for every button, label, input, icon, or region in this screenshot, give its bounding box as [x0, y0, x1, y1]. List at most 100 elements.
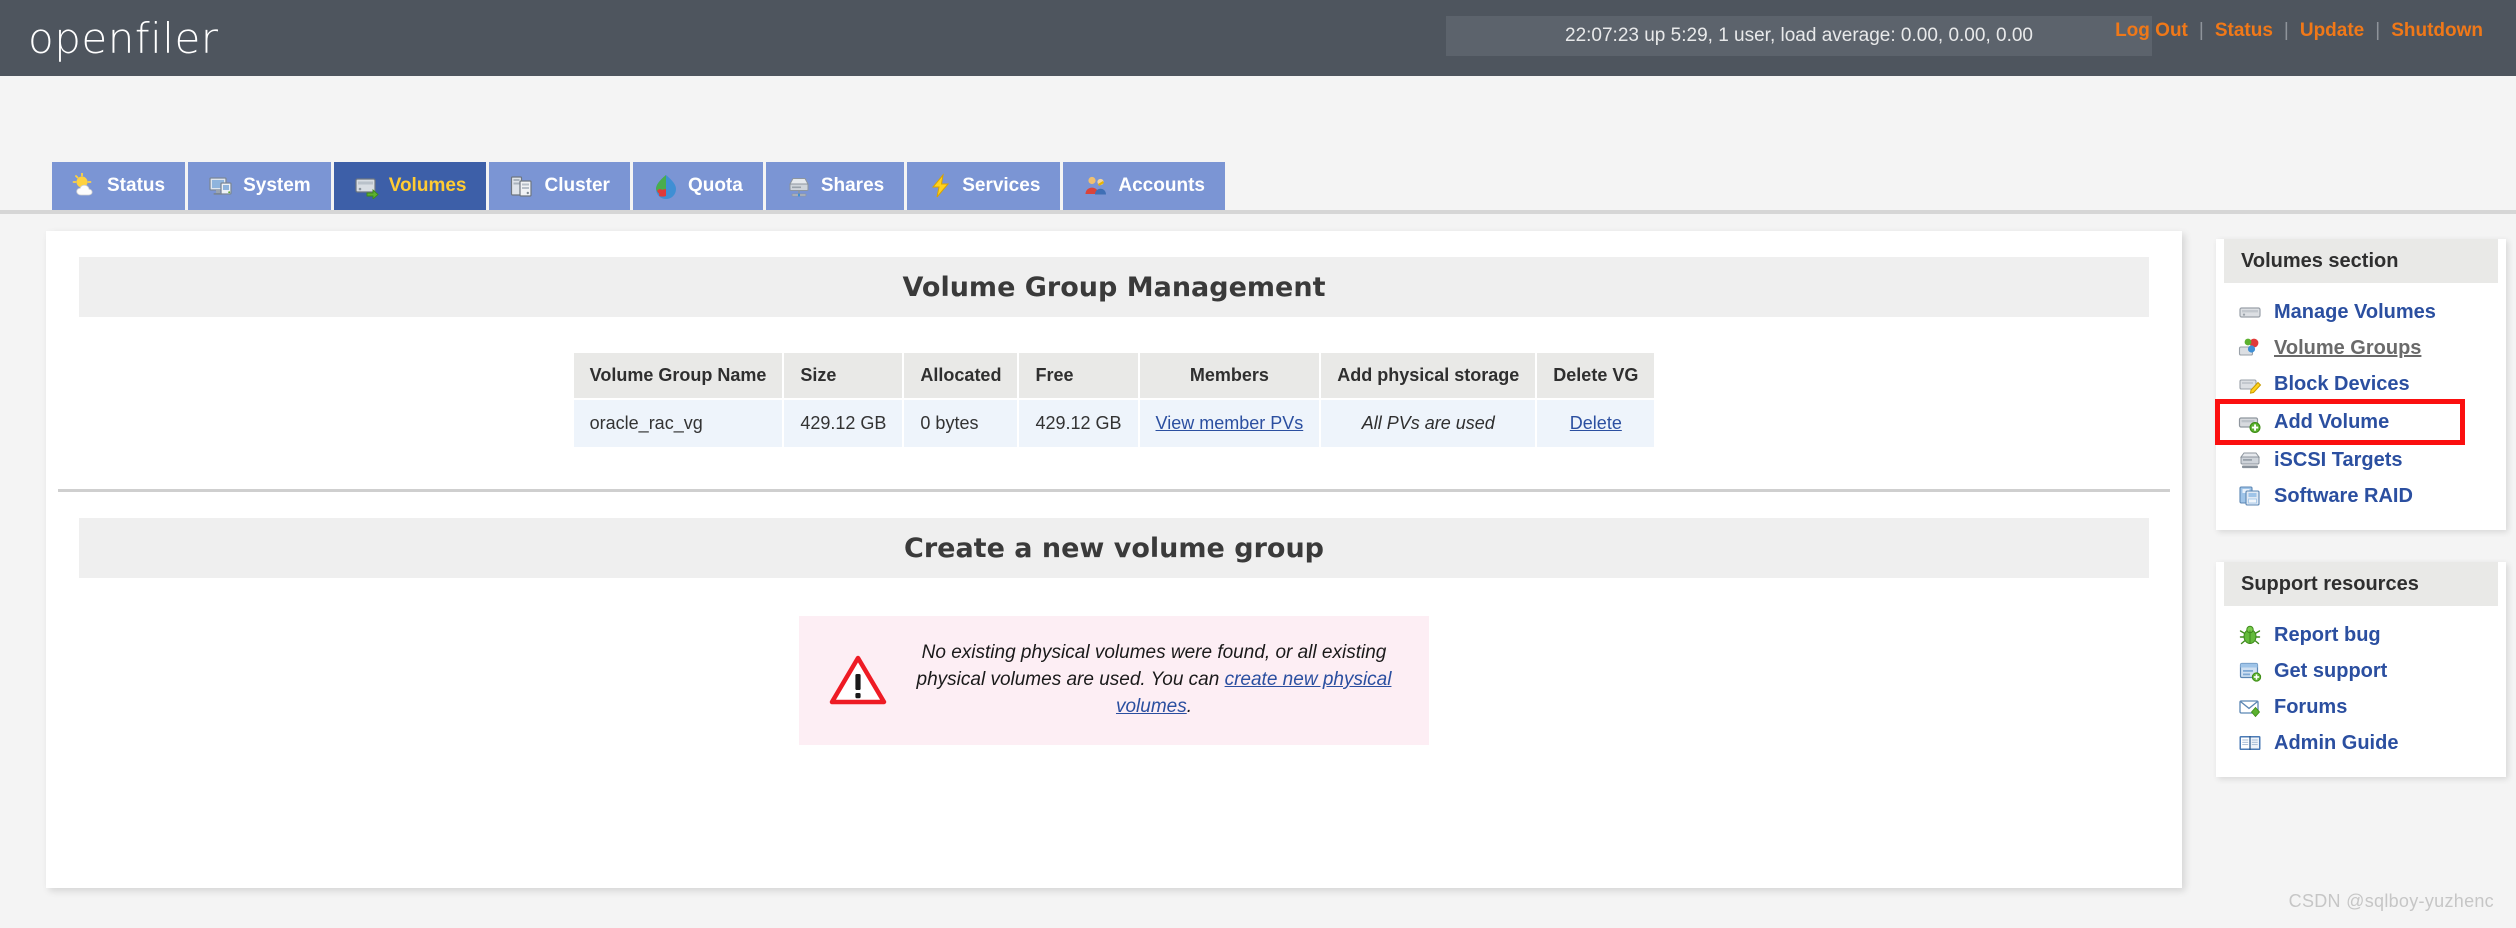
sidebar-item-label: Block Devices [2274, 372, 2410, 395]
sidebar-item-label: Get support [2274, 659, 2388, 682]
cell-delete-vg: Delete [1537, 400, 1655, 447]
sidebar-item-label: Volume Groups [2274, 336, 2422, 359]
tab-system[interactable]: System [188, 162, 331, 210]
top-bar: openfiler 22:07:23 up 5:29, 1 user, load… [0, 0, 2516, 76]
volumes-icon [354, 173, 380, 201]
warning-text-after: . [1186, 695, 1193, 717]
raid-icon [2238, 484, 2262, 508]
page-body: Volume Group Management Volume Group Nam… [0, 218, 2516, 928]
cell-vg-name: oracle_rac_vg [573, 400, 783, 447]
column-header-delete-vg: Delete VG [1537, 353, 1655, 398]
cell-size: 429.12 GB [784, 400, 903, 447]
support-icon [2238, 659, 2262, 683]
sidebar-item-label: Manage Volumes [2274, 300, 2436, 323]
tab-label: Shares [820, 175, 885, 196]
shares-icon [786, 173, 812, 199]
volume-group-table: Volume Group Name Size Allocated Free Me… [572, 351, 1657, 449]
table-row: oracle_rac_vg 429.12 GB 0 bytes 429.12 G… [573, 400, 1655, 447]
sidebar-item-label: Add Volume [2274, 410, 2390, 433]
uptime-text: 22:07:23 up 5:29, 1 user, load average: … [1565, 25, 2033, 46]
status-link[interactable]: Status [2204, 20, 2284, 42]
tab-label: Accounts [1118, 175, 1205, 196]
tab-shares[interactable]: Shares [765, 162, 905, 210]
block-device-icon [2238, 372, 2262, 396]
log-out-link[interactable]: Log Out [2104, 20, 2199, 42]
warning-message: No existing physical volumes were found,… [909, 640, 1399, 721]
support-resources-title: Support resources [2224, 562, 2498, 606]
delete-vg-link[interactable]: Delete [1570, 413, 1622, 433]
sidebar-item-admin-guide[interactable]: Admin Guide [2216, 725, 2506, 761]
support-resources-list: Report bug Get support Forums Admin Guid… [2216, 606, 2506, 761]
tab-volumes[interactable]: Volumes [333, 162, 487, 210]
tab-label: Status [107, 175, 166, 196]
accounts-icon [1083, 173, 1109, 199]
tab-accounts[interactable]: Accounts [1063, 162, 1225, 210]
drive-icon [2238, 300, 2262, 324]
volumes-section-title: Volumes section [2224, 239, 2498, 283]
no-physical-volumes-warning: No existing physical volumes were found,… [799, 616, 1429, 745]
sidebar-item-label: Forums [2274, 695, 2348, 718]
main-tab-bar: Status System Volumes Cluster Quota Shar… [0, 162, 2516, 214]
quota-icon [653, 173, 679, 199]
column-header-size: Size [784, 353, 903, 398]
sidebar-item-manage-volumes[interactable]: Manage Volumes [2216, 294, 2506, 330]
tab-label: Quota [687, 175, 743, 196]
volume-group-table-wrap: Volume Group Name Size Allocated Free Me… [46, 351, 2182, 449]
book-icon [2238, 731, 2262, 755]
watermark: CSDN @sqlboy-yuzhenc [2288, 891, 2494, 911]
sidebar-item-forums[interactable]: Forums [2216, 689, 2506, 725]
tab-cluster[interactable]: Cluster [489, 162, 630, 210]
sidebar-item-block-devices[interactable]: Block Devices [2216, 366, 2506, 402]
tab-label: Cluster [544, 175, 610, 196]
sidebar-item-add-volume[interactable]: Add Volume [2215, 399, 2465, 445]
cell-free: 429.12 GB [1019, 400, 1138, 447]
cell-add-storage: All PVs are used [1321, 400, 1536, 447]
right-sidebar: Volumes section Manage Volumes Volume Gr… [2215, 231, 2506, 809]
sidebar-item-iscsi-targets[interactable]: iSCSI Targets [2216, 442, 2506, 478]
sidebar-item-label: iSCSI Targets [2274, 448, 2403, 471]
support-resources-panel: Support resources Report bug Get support… [2216, 562, 2506, 777]
cell-allocated: 0 bytes [904, 400, 1018, 447]
tab-quota[interactable]: Quota [632, 162, 763, 210]
warning-triangle-icon [829, 654, 887, 706]
column-header-vg-name: Volume Group Name [573, 353, 783, 398]
sidebar-item-label: Admin Guide [2274, 731, 2399, 754]
warning-wrap: No existing physical volumes were found,… [46, 616, 2182, 745]
volume-group-icon [2238, 336, 2262, 360]
section-divider [58, 489, 2170, 492]
add-volume-icon [2238, 410, 2262, 434]
sidebar-item-report-bug[interactable]: Report bug [2216, 617, 2506, 653]
view-member-pvs-link[interactable]: View member PVs [1156, 413, 1304, 433]
create-section-title: Create a new volume group [904, 532, 1324, 564]
top-nav-links: Log Out | Status | Update | Shutdown [2104, 20, 2494, 42]
tab-label: Services [962, 175, 1041, 196]
iscsi-icon [2238, 448, 2262, 472]
page-title: Volume Group Management [902, 271, 1326, 303]
column-header-free: Free [1019, 353, 1138, 398]
tab-status[interactable]: Status [52, 162, 186, 210]
column-header-add-storage: Add physical storage [1321, 353, 1536, 398]
lightning-icon [927, 173, 953, 199]
sidebar-item-label: Software RAID [2274, 484, 2413, 507]
shutdown-link[interactable]: Shutdown [2380, 20, 2494, 42]
table-header-row: Volume Group Name Size Allocated Free Me… [573, 353, 1655, 398]
tab-label: Volumes [388, 175, 467, 196]
column-header-members: Members [1139, 353, 1320, 398]
tab-label: System [243, 175, 311, 196]
column-header-allocated: Allocated [904, 353, 1018, 398]
volumes-section-panel: Volumes section Manage Volumes Volume Gr… [2215, 239, 2506, 530]
sidebar-item-get-support[interactable]: Get support [2216, 653, 2506, 689]
update-link[interactable]: Update [2289, 20, 2375, 42]
sidebar-item-volume-groups[interactable]: Volume Groups [2216, 330, 2506, 366]
create-volume-group-header: Create a new volume group [79, 518, 2149, 578]
volumes-section-list: Manage Volumes Volume Groups Block Devic… [2215, 283, 2506, 514]
tab-services[interactable]: Services [907, 162, 1061, 210]
sidebar-item-label: Report bug [2274, 623, 2381, 646]
volume-group-management-header: Volume Group Management [79, 257, 2149, 317]
sidebar-item-software-raid[interactable]: Software RAID [2216, 478, 2506, 514]
envelope-icon [2238, 695, 2262, 719]
cluster-icon [509, 173, 535, 199]
uptime-status-box: 22:07:23 up 5:29, 1 user, load average: … [1446, 16, 2152, 56]
cell-members: View member PVs [1139, 400, 1320, 447]
monitor-icon [208, 173, 234, 199]
